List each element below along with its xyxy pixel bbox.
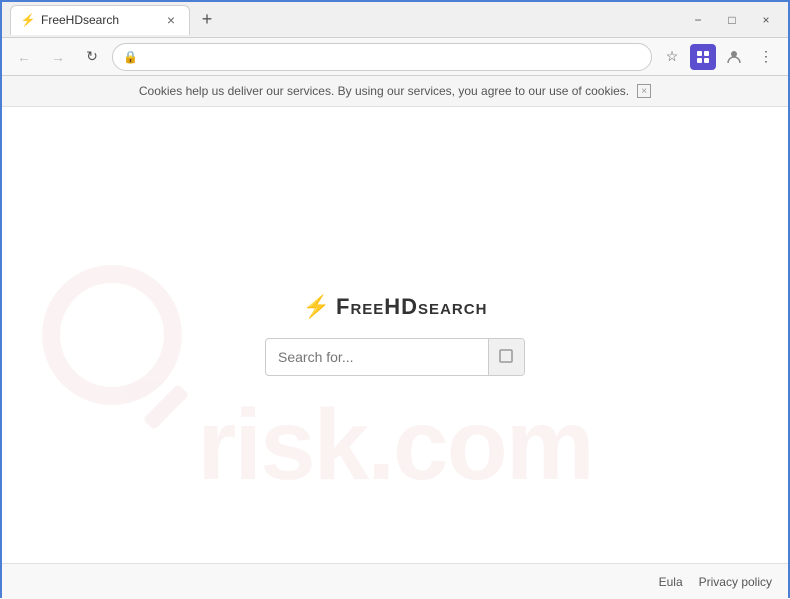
lock-icon: 🔒 [123,50,138,64]
search-button[interactable] [488,339,524,375]
address-bar[interactable]: 🔒 [112,43,652,71]
tab-bar: ⚡ FreeHDsearch × + [10,2,680,37]
search-card: ⚡ FreeHDsearch [225,264,565,406]
toolbar-right: ☆ ⋮ [658,43,780,71]
bookmark-button[interactable]: ☆ [658,43,686,71]
eula-link[interactable]: Eula [659,575,683,589]
menu-button[interactable]: ⋮ [752,43,780,71]
extension-icon[interactable] [690,44,716,70]
forward-button[interactable]: → [44,43,72,71]
profile-button[interactable] [720,43,748,71]
titlebar: ⚡ FreeHDsearch × + − □ × [2,2,788,38]
watermark-magnifier-icon [42,265,182,405]
privacy-policy-link[interactable]: Privacy policy [699,575,772,589]
search-input-row[interactable] [265,338,525,376]
window-controls: − □ × [684,10,780,30]
close-button[interactable]: × [752,10,780,30]
search-input[interactable] [266,349,488,365]
browser-toolbar: ← → ↻ 🔒 ☆ ⋮ [2,38,788,76]
footer: Eula Privacy policy [2,563,788,599]
new-tab-button[interactable]: + [194,7,220,33]
bolt-icon: ⚡ [303,294,330,320]
cookie-close-button[interactable]: × [637,84,651,98]
brand-name: FreeHDsearch [336,294,487,320]
minimize-button[interactable]: − [684,10,712,30]
tab-favicon-icon: ⚡ [21,13,35,27]
brand-logo: ⚡ FreeHDsearch [303,294,488,320]
maximize-button[interactable]: □ [718,10,746,30]
page-content: risk.com ⚡ FreeHDsearch [2,107,788,563]
tab-close-button[interactable]: × [163,12,179,28]
refresh-button[interactable]: ↻ [78,43,106,71]
tab-title: FreeHDsearch [41,13,119,27]
cookie-text: Cookies help us deliver our services. By… [139,84,629,98]
cookie-banner: Cookies help us deliver our services. By… [2,76,788,107]
back-button[interactable]: ← [10,43,38,71]
active-tab[interactable]: ⚡ FreeHDsearch × [10,5,190,35]
